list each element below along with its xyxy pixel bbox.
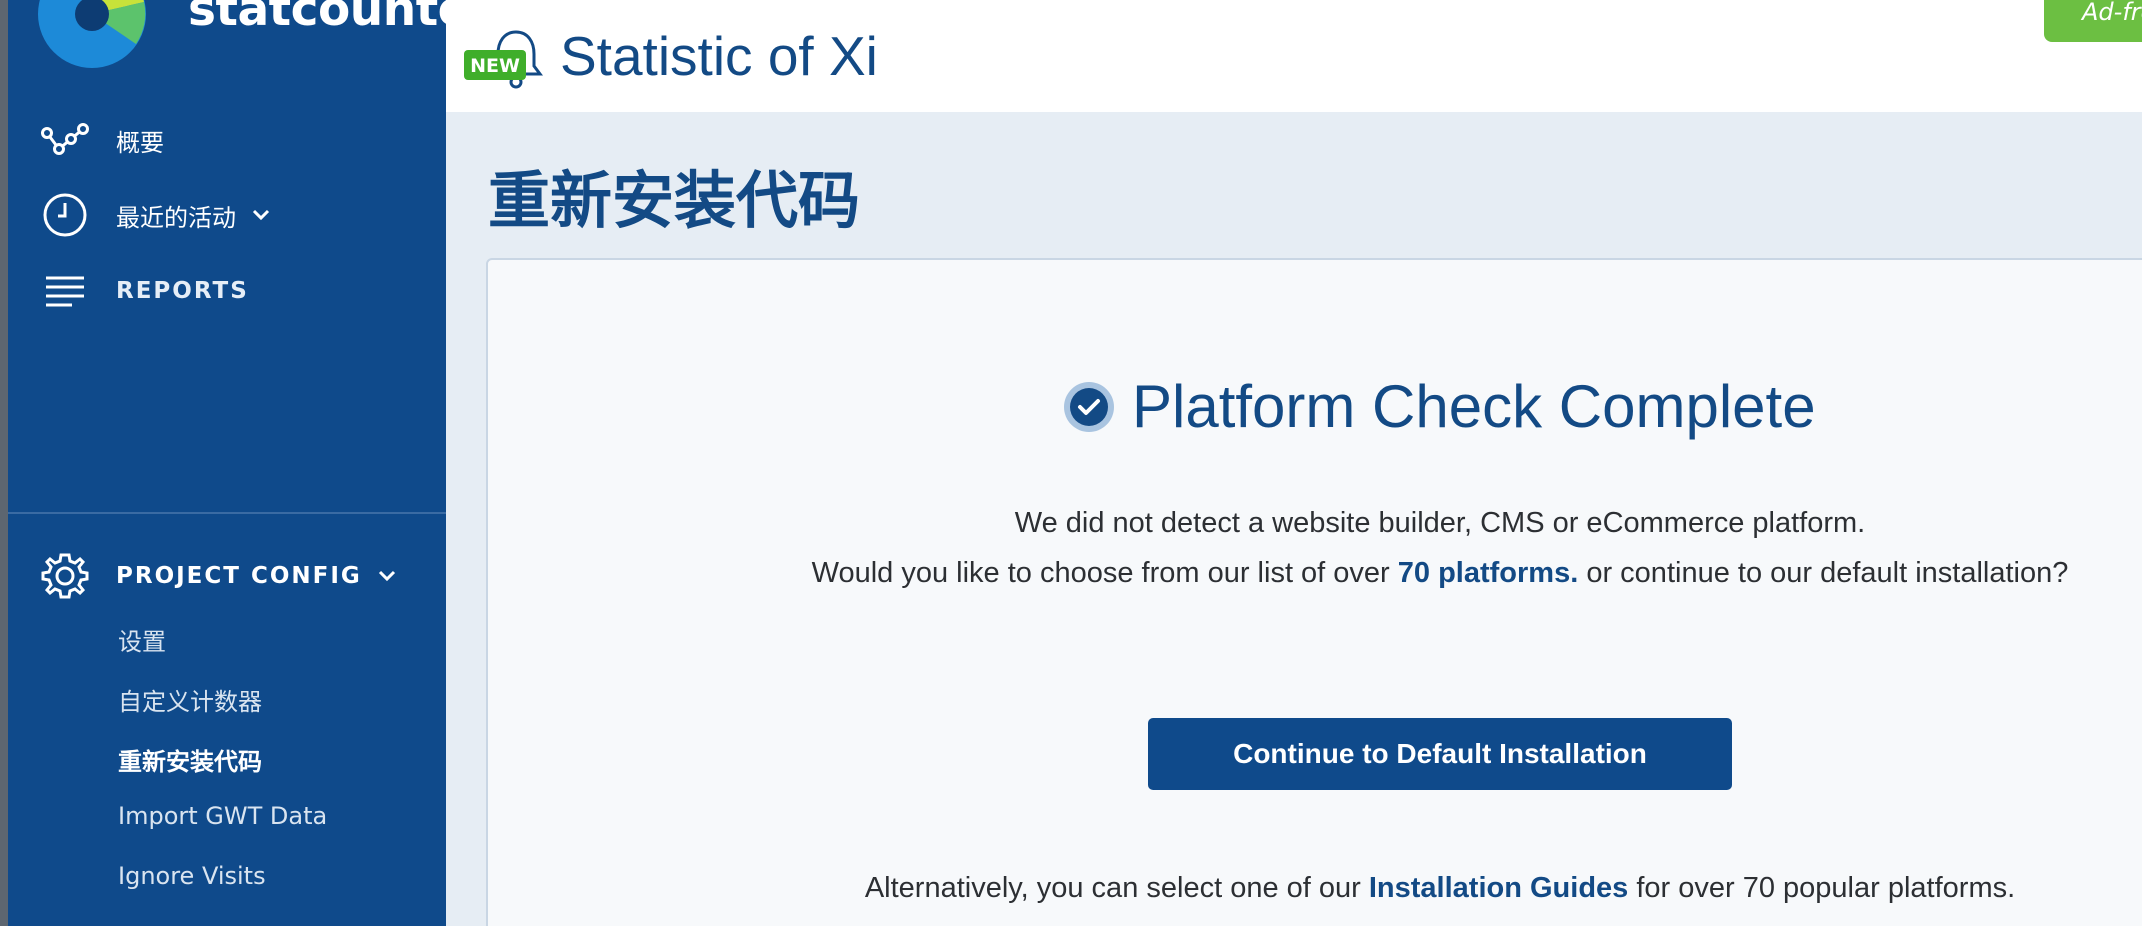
- sidebar-item-project-config[interactable]: PROJECT CONFIG: [8, 546, 446, 606]
- continue-default-install-button[interactable]: Continue to Default Installation: [1148, 718, 1732, 790]
- project-title[interactable]: Statistic of Xi: [560, 24, 878, 88]
- sidebar-item-recent-activity[interactable]: 最近的活动: [8, 185, 446, 245]
- choose-text-pre: Would you like to choose from our list o…: [811, 557, 1398, 589]
- sidebar-item-label: 最近的活动: [116, 203, 236, 232]
- sidebar-item-overview[interactable]: 概要: [8, 110, 446, 170]
- chevron-down-icon: [378, 570, 395, 582]
- installation-guides-message: Alternatively, you can select one of our…: [790, 872, 2090, 905]
- choose-platform-message: Would you like to choose from our list o…: [810, 548, 2070, 598]
- no-platform-message: We did not detect a website builder, CMS…: [1014, 507, 1866, 539]
- alt-text-pre: Alternatively, you can select one of our: [864, 872, 1369, 904]
- clock-icon: [40, 190, 90, 240]
- config-item-custom-counter[interactable]: 自定义计数器: [118, 682, 262, 717]
- statcounter-logo-icon: [38, 0, 146, 68]
- chevron-down-icon: [252, 209, 270, 221]
- gear-icon: [40, 551, 90, 601]
- new-badge-label: NEW: [470, 55, 520, 77]
- check-title-text: Platform Check Complete: [1132, 373, 1816, 440]
- window-edge: [0, 0, 8, 926]
- config-item-settings[interactable]: 设置: [118, 622, 166, 657]
- top-header: NEW Statistic of Xi Ad-fre: [446, 0, 2142, 112]
- config-item-ignore-visits[interactable]: Ignore Visits: [118, 862, 266, 890]
- sidebar-item-reports[interactable]: REPORTS: [8, 261, 446, 321]
- sidebar-divider: [8, 512, 446, 514]
- installation-guides-link[interactable]: Installation Guides: [1369, 872, 1628, 904]
- sidebar-item-label: REPORTS: [116, 278, 249, 304]
- platform-check-heading: Platform Check Complete: [1062, 372, 1816, 441]
- config-item-import-gwt[interactable]: Import GWT Data: [118, 802, 327, 830]
- alt-text-post: for over 70 popular platforms.: [1628, 872, 2016, 904]
- platforms-link[interactable]: 70 platforms.: [1398, 557, 1579, 589]
- reports-list-icon: [40, 266, 90, 316]
- overview-graph-icon: [40, 115, 90, 165]
- sidebar: statcounter 概要 最近的活动 REPORTS PROJECT CON…: [8, 0, 492, 926]
- new-bell-badge-icon: NEW: [464, 30, 543, 89]
- sidebar-item-label: 概要: [116, 128, 164, 157]
- check-circle-icon: [1064, 381, 1114, 432]
- sidebar-item-label: PROJECT CONFIG: [116, 563, 362, 589]
- config-item-reinstall-code[interactable]: 重新安装代码: [118, 742, 262, 777]
- page-title: 重新安装代码: [488, 164, 861, 237]
- ad-free-button[interactable]: Ad-fre: [2044, 0, 2142, 42]
- choose-text-post: or continue to our default installation?: [1578, 557, 2069, 589]
